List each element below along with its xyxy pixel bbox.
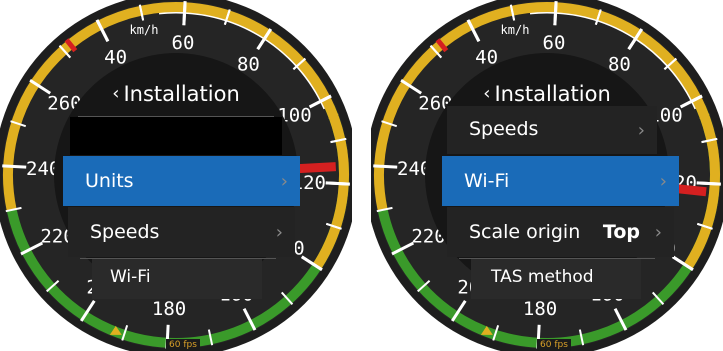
airspeed-gauge-left: 406080100120140160180200220240260km/h ‹I… [0,0,352,351]
menu-item-label: Speeds [90,221,160,243]
menu-item-label: Scale origin [469,221,581,243]
chevron-right-icon: › [654,221,662,243]
menu-title[interactable]: ‹ Installation [371,82,723,106]
menu-item-label: Speeds [469,118,539,140]
menu-item-wifi[interactable]: Wi-Fi [92,259,262,299]
installation-menu-right: ‹ Installation Speeds › Wi-Fi › Scale ori… [371,0,723,351]
menu-item-empty [70,117,282,155]
chevron-left-icon[interactable]: ‹ [112,83,119,104]
chevron-left-icon[interactable]: ‹ [483,83,490,104]
menu-title[interactable]: ‹ Installation [0,82,352,106]
fps-counter: 60 fps [166,339,200,351]
chevron-right-icon: › [659,170,667,192]
fps-counter: 60 fps [537,339,571,351]
airspeed-gauge-right: 406080100120140160180200220240260km/h ‹I… [371,0,723,351]
menu-item-speeds[interactable]: Speeds › [68,207,295,257]
menu-item-wifi[interactable]: Wi-Fi › [442,156,679,206]
menu-item-scale-origin[interactable]: Scale origin Top › [447,207,674,257]
menu-item-label: TAS method [491,267,594,287]
installation-menu-left: ‹ Installation Units › Speeds › Wi-Fi [0,0,352,351]
menu-item-speeds[interactable]: Speeds › [447,106,657,154]
chevron-right-icon: › [637,119,645,141]
chevron-right-icon: › [275,221,283,243]
menu-item-value: Top [602,221,640,243]
chevron-right-icon: › [280,170,288,192]
menu-item-label: Wi-Fi [110,267,151,287]
menu-item-label: Units [85,170,134,192]
menu-item-label: Wi-Fi [464,170,510,192]
menu-item-units[interactable]: Units › [63,156,300,206]
menu-item-tas-method[interactable]: TAS method [471,259,641,299]
